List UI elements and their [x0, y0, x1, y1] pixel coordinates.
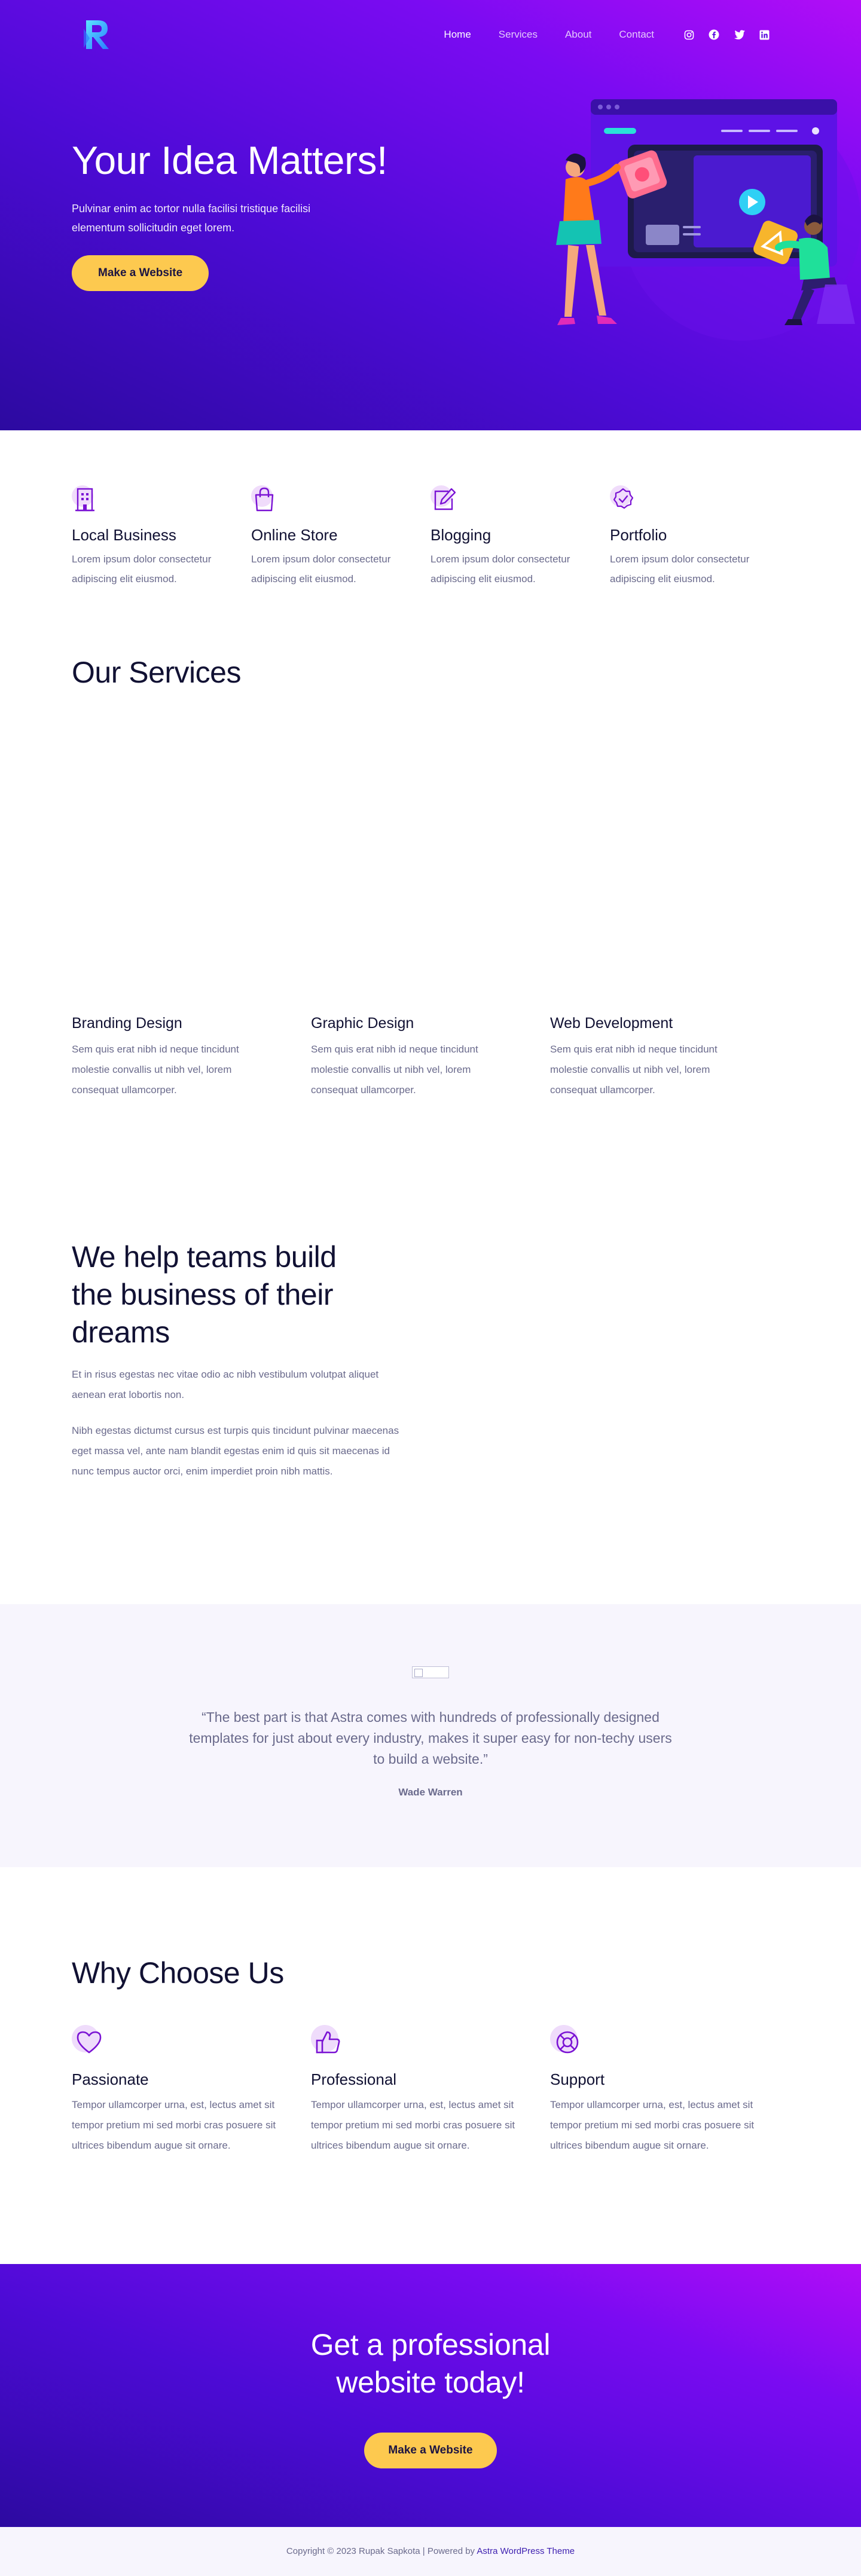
- feature-text: Lorem ipsum dolor consectetur adipiscing…: [251, 553, 391, 585]
- why-item-text: Tempor ullamcorper urna, est, lectus ame…: [311, 2099, 515, 2151]
- feature-title: Local Business: [72, 526, 176, 544]
- feature-card: Blogging Lorem ipsum dolor consectetur a…: [430, 485, 610, 610]
- why-item-title: Support: [550, 2070, 605, 2088]
- services-grid: Branding Design Sem quis erat nibh id ne…: [72, 1015, 789, 1100]
- edit-icon: [430, 485, 459, 514]
- twitter-icon[interactable]: [733, 29, 745, 41]
- services-title: Our Services: [72, 656, 241, 689]
- shopping-bag-icon: [251, 485, 280, 514]
- feature-card: Portfolio Lorem ipsum dolor consectetur …: [610, 485, 789, 610]
- service-title: Branding Design: [72, 1015, 182, 1032]
- why-card: Support Tempor ullamcorper urna, est, le…: [550, 2025, 789, 2156]
- testimonial-author: Wade Warren: [398, 1786, 463, 1798]
- building-icon: [72, 485, 100, 514]
- footer-copyright: Copyright © 2023 Rupak Sapkota | Powered…: [286, 2546, 477, 2556]
- feature-card: Local Business Lorem ipsum dolor consect…: [72, 485, 251, 610]
- nav-contact[interactable]: Contact: [619, 29, 654, 41]
- why-section: Why Choose Us Passionate Tempor ullamcor…: [72, 1867, 789, 2264]
- testimonial-avatar: [412, 1666, 449, 1678]
- service-text: Sem quis erat nibh id neque tincidunt mo…: [550, 1044, 718, 1096]
- feature-text: Lorem ipsum dolor consectetur adipiscing…: [430, 553, 570, 585]
- about-title: We help teams build the business of thei…: [72, 1240, 337, 1349]
- testimonial-quote: “The best part is that Astra comes with …: [189, 1709, 672, 1767]
- hero-subtitle: Pulvinar enim ac tortor nulla facilisi t…: [72, 202, 311, 234]
- why-item-text: Tempor ullamcorper urna, est, lectus ame…: [72, 2099, 276, 2151]
- why-item-title: Passionate: [72, 2070, 149, 2088]
- why-card: Professional Tempor ullamcorper urna, es…: [311, 2025, 550, 2156]
- features-section: Local Business Lorem ipsum dolor consect…: [72, 430, 789, 610]
- why-card: Passionate Tempor ullamcorper urna, est,…: [72, 2025, 311, 2156]
- service-text: Sem quis erat nibh id neque tincidunt mo…: [311, 1044, 478, 1096]
- about-paragraph-1: Et in risus egestas nec vitae odio ac ni…: [72, 1369, 379, 1400]
- about-section: We help teams build the business of thei…: [72, 1187, 789, 1604]
- feature-title: Blogging: [430, 526, 491, 544]
- social-links: [683, 29, 770, 41]
- feature-title: Online Store: [251, 526, 338, 544]
- cta-make-website-button[interactable]: Make a Website: [364, 2433, 497, 2468]
- service-card: Branding Design Sem quis erat nibh id ne…: [72, 1015, 311, 1100]
- service-title: Web Development: [550, 1015, 673, 1032]
- services-section: Our Services Branding Design Sem quis er…: [72, 610, 789, 1187]
- about-paragraph-2: Nibh egestas dictumst cursus est turpis …: [72, 1425, 399, 1477]
- linkedin-icon[interactable]: [758, 29, 770, 41]
- hero-text: Your Idea Matters! Pulvinar enim ac tort…: [72, 139, 442, 291]
- r-logo-icon[interactable]: [81, 17, 112, 53]
- nav-services[interactable]: Services: [499, 29, 538, 41]
- why-title: Why Choose Us: [72, 1956, 284, 1990]
- service-text: Sem quis erat nibh id neque tincidunt mo…: [72, 1044, 239, 1096]
- why-item-title: Professional: [311, 2070, 397, 2088]
- hero-illustration: [544, 78, 861, 359]
- instagram-icon[interactable]: [683, 29, 695, 41]
- nav-home[interactable]: Home: [444, 29, 471, 41]
- site-footer: Copyright © 2023 Rupak Sapkota | Powered…: [0, 2527, 861, 2576]
- thumbs-up-icon: [311, 2025, 346, 2060]
- heart-icon: [72, 2025, 106, 2060]
- why-grid: Passionate Tempor ullamcorper urna, est,…: [72, 2025, 789, 2156]
- why-item-text: Tempor ullamcorper urna, est, lectus ame…: [550, 2099, 755, 2151]
- testimonial-section: “The best part is that Astra comes with …: [0, 1604, 861, 1867]
- cta-title: Get a professional website today!: [310, 2328, 551, 2399]
- service-card: Graphic Design Sem quis erat nibh id neq…: [311, 1015, 550, 1100]
- main-nav: Home Services About Contact: [416, 29, 654, 41]
- hero-make-website-button[interactable]: Make a Website: [72, 255, 209, 291]
- facebook-icon[interactable]: [708, 29, 720, 41]
- footer-theme-link[interactable]: Astra WordPress Theme: [477, 2546, 575, 2556]
- cta-section: Get a professional website today! Make a…: [0, 2264, 861, 2527]
- feature-title: Portfolio: [610, 526, 667, 544]
- hero-title: Your Idea Matters!: [72, 138, 387, 182]
- badge-check-icon: [610, 485, 639, 514]
- feature-text: Lorem ipsum dolor consectetur adipiscing…: [72, 553, 212, 585]
- site-header: Home Services About Contact: [72, 0, 789, 69]
- nav-about[interactable]: About: [565, 29, 591, 41]
- feature-card: Online Store Lorem ipsum dolor consectet…: [251, 485, 430, 610]
- service-card: Web Development Sem quis erat nibh id ne…: [550, 1015, 789, 1100]
- feature-text: Lorem ipsum dolor consectetur adipiscing…: [610, 553, 750, 585]
- hero-section: Home Services About Contact Your Idea Ma…: [0, 0, 861, 430]
- service-title: Graphic Design: [311, 1015, 414, 1032]
- lifebuoy-icon: [550, 2025, 585, 2060]
